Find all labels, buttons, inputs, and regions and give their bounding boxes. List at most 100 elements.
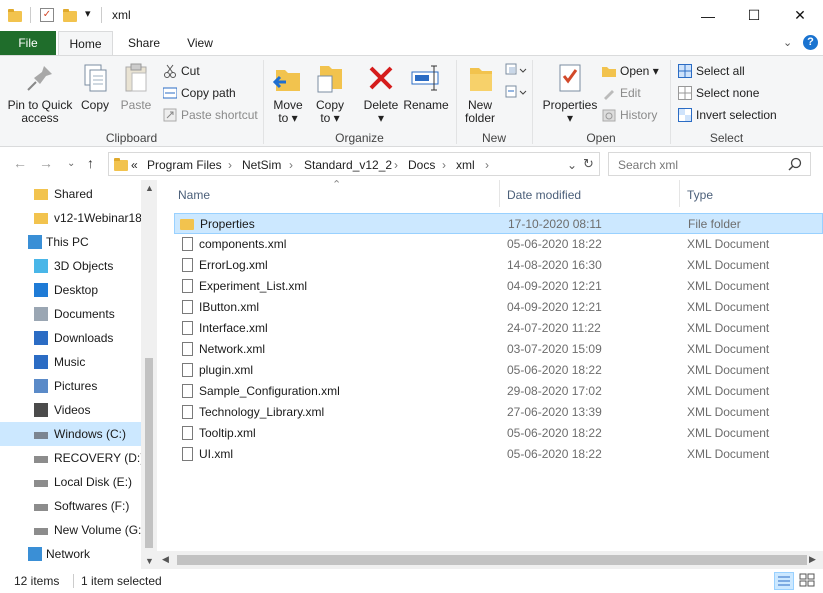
history-button[interactable]: History xyxy=(602,106,657,124)
new-item-icon[interactable] xyxy=(505,63,527,77)
ribbon-tabs: File Home Share View ⌄ ? xyxy=(0,31,823,56)
back-arrow-icon[interactable]: ← xyxy=(13,155,27,171)
nav-item[interactable]: Videos xyxy=(0,398,141,422)
nav-item[interactable]: RECOVERY (D:) xyxy=(0,446,141,470)
minimize-button[interactable]: — xyxy=(685,0,731,31)
new-folder-button[interactable]: New folder xyxy=(460,60,500,125)
copy-path-button[interactable]: Copy path xyxy=(162,84,236,102)
properties-quick-icon[interactable]: ✓ xyxy=(40,8,54,22)
table-row[interactable]: components.xml 05-06-2020 18:22 XML Docume… xyxy=(174,234,823,255)
up-arrow-icon[interactable]: ↑ xyxy=(87,155,94,171)
nav-item[interactable]: Network xyxy=(0,542,141,566)
nav-item[interactable]: Documents xyxy=(0,302,141,326)
nav-item[interactable]: Softwares (F:) xyxy=(0,494,141,518)
table-row[interactable]: Network.xml 03-07-2020 15:09 XML Document xyxy=(174,339,823,360)
nav-item[interactable]: v12-1Webinar18 xyxy=(0,206,141,230)
breadcrumb-separator[interactable]: › xyxy=(485,158,489,172)
nav-item-label: 3D Objects xyxy=(54,259,114,273)
nav-item[interactable]: 3D Objects xyxy=(0,254,141,278)
breadcrumb-standard[interactable]: Standard_v12_2 xyxy=(304,158,392,172)
scroll-left-icon[interactable]: ◀ xyxy=(162,554,169,565)
recent-locations-icon[interactable]: ⌄ xyxy=(67,158,75,169)
table-row[interactable]: Technology_Library.xml 27-06-2020 13:39 XM… xyxy=(174,402,823,423)
horizontal-scrollbar[interactable]: ◀ ▶ xyxy=(157,551,823,569)
invert-selection-button[interactable]: Invert selection xyxy=(678,106,777,124)
easy-access-icon[interactable] xyxy=(505,85,527,99)
column-header-name[interactable]: Name xyxy=(178,188,210,202)
table-row[interactable]: ErrorLog.xml 14-08-2020 16:30 XML Document xyxy=(174,255,823,276)
search-icon[interactable] xyxy=(788,157,802,171)
nav-item[interactable]: Pictures xyxy=(0,374,141,398)
horizontal-scroll-thumb[interactable] xyxy=(177,555,807,565)
forward-arrow-icon[interactable]: → xyxy=(39,155,53,171)
table-row[interactable]: Experiment_List.xml 04-09-2020 12:21 XML D… xyxy=(174,276,823,297)
table-row[interactable]: plugin.xml 05-06-2020 18:22 XML Document xyxy=(174,360,823,381)
tab-view[interactable]: View xyxy=(176,31,224,56)
network-icon xyxy=(28,547,42,561)
search-input[interactable]: Search xml xyxy=(608,152,811,176)
copy-button[interactable]: Copy xyxy=(77,60,113,112)
expand-ribbon-icon[interactable]: ⌄ xyxy=(783,36,792,49)
column-header-type[interactable]: Type xyxy=(687,188,713,202)
table-row[interactable]: IButton.xml 04-09-2020 12:21 XML Document xyxy=(174,297,823,318)
nav-item[interactable]: This PC xyxy=(0,230,141,254)
address-bar[interactable]: « Program Files › NetSim › Standard_v12_… xyxy=(108,152,600,176)
details-view-icon[interactable] xyxy=(774,572,794,590)
column-separator[interactable] xyxy=(499,180,500,207)
breadcrumb-separator[interactable]: › xyxy=(442,158,446,172)
nav-item[interactable]: Desktop xyxy=(0,278,141,302)
breadcrumb-separator[interactable]: › xyxy=(394,158,398,172)
select-all-button[interactable]: Select all xyxy=(678,62,745,80)
nav-scroll-thumb[interactable] xyxy=(145,358,153,548)
tab-share[interactable]: Share xyxy=(118,31,170,56)
tab-file[interactable]: File xyxy=(0,31,56,56)
column-separator[interactable] xyxy=(679,180,680,207)
nav-item[interactable]: Music xyxy=(0,350,141,374)
copy-path-icon xyxy=(162,86,178,100)
customize-quick-access-icon[interactable]: ▾ xyxy=(85,7,91,20)
paste-shortcut-button[interactable]: Paste shortcut xyxy=(163,106,258,124)
scroll-down-icon[interactable]: ▼ xyxy=(145,556,154,566)
breadcrumb-separator[interactable]: › xyxy=(289,158,293,172)
delete-button[interactable]: Delete ▾ xyxy=(359,60,403,125)
copy-to-button[interactable]: Copy to ▾ xyxy=(310,60,350,125)
rename-button[interactable]: Rename xyxy=(402,60,450,112)
nav-item[interactable]: Shared xyxy=(0,182,141,206)
table-row[interactable]: Properties 17-10-2020 08:11 File folder xyxy=(174,213,823,234)
refresh-icon[interactable]: ↻ xyxy=(583,156,594,172)
maximize-button[interactable]: ☐ xyxy=(731,0,777,31)
scroll-up-icon[interactable]: ▲ xyxy=(145,183,154,193)
nav-item[interactable]: Downloads xyxy=(0,326,141,350)
pin-to-quick-access-button[interactable]: Pin to Quick access xyxy=(4,60,76,125)
nav-item[interactable]: Windows (C:) xyxy=(0,422,141,446)
new-folder-quick-icon[interactable] xyxy=(63,9,77,22)
table-row[interactable]: UI.xml 05-06-2020 18:22 XML Document xyxy=(174,444,823,465)
large-icons-view-icon[interactable] xyxy=(798,572,818,590)
table-row[interactable]: Sample_Configuration.xml 29-08-2020 17:02… xyxy=(174,381,823,402)
open-button[interactable]: Open ▾ xyxy=(602,62,659,80)
nav-item[interactable]: New Volume (G: xyxy=(0,518,141,542)
select-none-button[interactable]: Select none xyxy=(678,84,759,102)
paste-button[interactable]: Paste xyxy=(117,60,155,112)
breadcrumb-netsim[interactable]: NetSim xyxy=(242,158,281,172)
properties-button[interactable]: Properties ▾ xyxy=(538,60,602,125)
scroll-right-icon[interactable]: ▶ xyxy=(809,554,816,565)
address-dropdown-icon[interactable]: ⌄ xyxy=(567,158,577,172)
nav-item[interactable]: Local Disk (E:) xyxy=(0,470,141,494)
move-to-button[interactable]: Move to ▾ xyxy=(268,60,308,125)
close-button[interactable]: ✕ xyxy=(777,0,823,31)
column-header-date[interactable]: Date modified xyxy=(507,188,581,202)
breadcrumb-docs[interactable]: Docs xyxy=(408,158,435,172)
cut-button[interactable]: Cut xyxy=(163,62,200,80)
file-date: 27-06-2020 13:39 xyxy=(507,405,602,419)
edit-button[interactable]: Edit xyxy=(602,84,641,102)
breadcrumb-overflow[interactable]: « xyxy=(131,158,138,172)
nav-scrollbar[interactable]: ▲ ▼ xyxy=(141,180,157,569)
table-row[interactable]: Tooltip.xml 05-06-2020 18:22 XML Document xyxy=(174,423,823,444)
breadcrumb-program-files[interactable]: Program Files xyxy=(147,158,222,172)
table-row[interactable]: Interface.xml 24-07-2020 11:22 XML Documen… xyxy=(174,318,823,339)
breadcrumb-separator[interactable]: › xyxy=(228,158,232,172)
tab-home[interactable]: Home xyxy=(58,31,113,56)
help-icon[interactable]: ? xyxy=(803,35,818,50)
breadcrumb-xml[interactable]: xml xyxy=(456,158,475,172)
